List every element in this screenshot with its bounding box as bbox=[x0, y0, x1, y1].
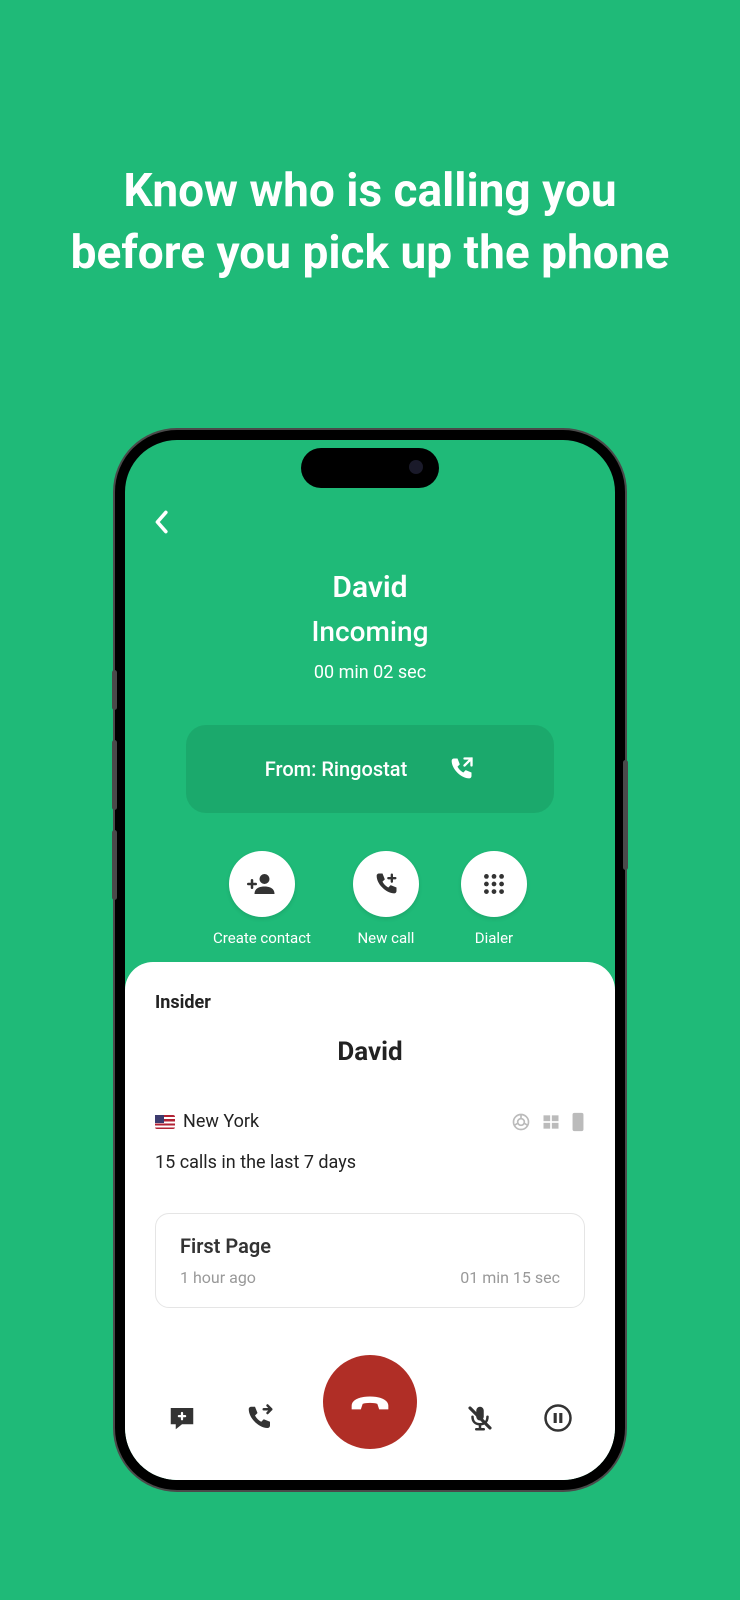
phone-screen: David Incoming 00 min 02 sec From: Ringo… bbox=[125, 440, 615, 1480]
back-button[interactable] bbox=[153, 510, 169, 538]
us-flag-icon bbox=[155, 1115, 175, 1129]
volume-btn bbox=[112, 830, 117, 900]
create-contact-button[interactable]: Create contact bbox=[213, 851, 311, 947]
mute-button[interactable] bbox=[465, 1403, 495, 1437]
dynamic-island bbox=[301, 448, 439, 488]
phone-plus-icon bbox=[372, 870, 400, 898]
end-call-button[interactable] bbox=[323, 1355, 417, 1449]
call-outgoing-icon bbox=[447, 755, 475, 783]
chrome-icon bbox=[511, 1112, 531, 1132]
first-page-card[interactable]: First Page 1 hour ago 01 min 15 sec bbox=[155, 1213, 585, 1308]
first-page-title: First Page bbox=[180, 1234, 560, 1258]
pause-icon bbox=[543, 1403, 573, 1433]
from-label: From: Ringostat bbox=[265, 757, 408, 781]
hold-button[interactable] bbox=[543, 1403, 573, 1437]
message-plus-icon bbox=[167, 1403, 197, 1433]
first-page-time: 1 hour ago bbox=[180, 1268, 256, 1287]
mobile-icon bbox=[571, 1112, 585, 1132]
add-contact-icon bbox=[247, 869, 277, 899]
caller-name: David bbox=[125, 570, 615, 605]
marketing-headline: Know who is calling you before you pick … bbox=[0, 0, 740, 284]
volume-btn bbox=[112, 670, 117, 710]
phone-device-frame: David Incoming 00 min 02 sec From: Ringo… bbox=[115, 430, 625, 1490]
phone-hangup-icon bbox=[348, 1380, 392, 1424]
calls-summary: 15 calls in the last 7 days bbox=[155, 1152, 585, 1173]
new-call-button[interactable]: New call bbox=[353, 851, 419, 947]
windows-icon bbox=[541, 1112, 561, 1132]
insider-contact-name: David bbox=[155, 1037, 585, 1067]
add-message-button[interactable] bbox=[167, 1403, 197, 1437]
insider-title: Insider bbox=[155, 992, 585, 1013]
power-btn bbox=[623, 760, 628, 870]
dialer-button[interactable]: Dialer bbox=[461, 851, 527, 947]
first-page-duration: 01 min 15 sec bbox=[460, 1268, 560, 1287]
insider-card: Insider David New York bbox=[125, 962, 615, 1480]
location-name: New York bbox=[183, 1111, 259, 1132]
dialpad-icon bbox=[481, 871, 507, 897]
location-text: New York bbox=[155, 1111, 259, 1132]
volume-btn bbox=[112, 740, 117, 810]
transfer-call-button[interactable] bbox=[245, 1403, 275, 1437]
mic-off-icon bbox=[465, 1403, 495, 1433]
from-source-pill[interactable]: From: Ringostat bbox=[186, 725, 554, 813]
action-label: Dialer bbox=[475, 929, 513, 947]
call-forward-icon bbox=[245, 1403, 275, 1433]
action-buttons-row: Create contact New call bbox=[125, 851, 615, 947]
device-icons bbox=[511, 1112, 585, 1132]
location-row: New York bbox=[155, 1111, 585, 1132]
action-label: New call bbox=[357, 929, 414, 947]
call-bottom-bar bbox=[125, 1360, 615, 1480]
action-label: Create contact bbox=[213, 929, 311, 947]
call-duration: 00 min 02 sec bbox=[125, 662, 615, 683]
chevron-left-icon bbox=[153, 510, 169, 534]
call-status: Incoming bbox=[125, 615, 615, 648]
first-page-meta: 1 hour ago 01 min 15 sec bbox=[180, 1268, 560, 1287]
